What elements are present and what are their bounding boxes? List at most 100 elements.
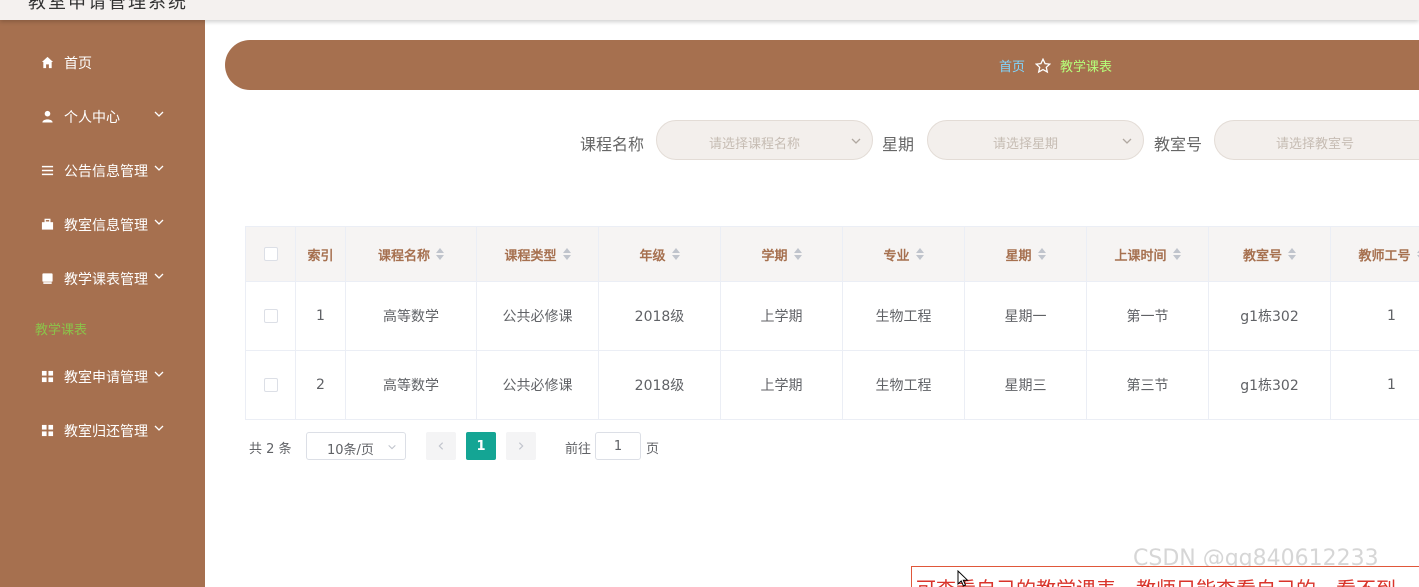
app-title: 教室申请管理系统 [28,0,188,13]
chevron-down-icon [154,111,164,117]
user-icon [40,109,54,123]
page-size-value: 10条/页 [327,443,374,458]
table-cell: 生物工程 [843,282,965,350]
column-header[interactable]: 专业 [843,227,965,281]
breadcrumb-current: 教学课表 [1060,60,1113,75]
chevron-down-icon [154,371,164,377]
table-cell: 1 [296,282,346,350]
sidebar-item-label: 教室申请管理 [64,370,148,386]
table-cell: 公共必修课 [477,351,599,419]
row-checkbox[interactable] [263,309,278,323]
goto-page-input[interactable] [595,432,641,460]
pagination-total: 共 2 条 [249,442,292,457]
sidebar-item-classroom-application[interactable]: 教室申请管理 [0,358,205,394]
annotation-box: 可查看自己的教学课表，教师只能查看自己的，看不到 [911,566,1419,587]
sidebar-item-classroom-info[interactable]: 教室信息管理 [0,206,205,242]
chevron-down-icon [851,138,861,144]
sort-icon[interactable] [436,248,444,260]
row-select-cell [246,282,296,350]
sidebar-item-classroom-return[interactable]: 教室归还管理 [0,412,205,448]
chevron-right-icon [518,442,524,450]
select-all-checkbox[interactable] [263,247,278,261]
table-cell: 1 [1331,282,1419,350]
room-number-label: 教室号 [1154,135,1203,154]
column-header[interactable]: 星期 [965,227,1087,281]
table-cell: g1栋302 [1209,282,1331,350]
top-header: 教室申请管理系统 [0,0,1419,20]
column-header[interactable]: 学期 [721,227,843,281]
column-header[interactable]: 年级 [599,227,721,281]
main-content: 首页 教学课表 课程名称 请选择课程名称 星期 请选择星期 教室号 请选择教室号… [205,20,1419,587]
prev-page-button[interactable] [426,432,456,460]
column-header[interactable]: 上课时间 [1087,227,1209,281]
sort-icon[interactable] [1288,248,1296,260]
sort-icon[interactable] [1037,248,1046,260]
breadcrumb-bar: 首页 教学课表 [225,40,1419,90]
header-select-cell [246,227,296,281]
table-cell: 2 [296,351,346,419]
chevron-down-icon [154,165,164,171]
table-cell: g1栋302 [1209,351,1331,419]
home-icon [40,55,54,69]
room-number-placeholder: 请选择教室号 [1275,137,1354,152]
sidebar-item-home[interactable]: 首页 [0,44,205,80]
row-checkbox[interactable] [263,378,278,392]
sidebar-item-label: 公告信息管理 [64,164,148,180]
sort-icon[interactable] [671,248,680,260]
table-cell: 上学期 [721,282,843,350]
table-cell: 星期一 [965,282,1087,350]
course-name-select[interactable]: 请选择课程名称 [656,120,873,160]
chevron-down-icon [388,444,396,450]
table-cell: 星期三 [965,351,1087,419]
table-cell: 2018级 [599,282,721,350]
table-cell: 上学期 [721,351,843,419]
page-size-select[interactable]: 10条/页 [306,432,406,460]
table-cell: 第三节 [1087,351,1209,419]
weekday-label: 星期 [882,135,915,154]
sidebar-item-label: 教室信息管理 [64,218,148,234]
course-name-placeholder: 请选择课程名称 [708,137,800,152]
sidebar: 首页 个人中心 公告信息管理 教室信息管理 教学课表管理 教学课表 教室申请管理… [0,20,205,587]
table-row[interactable]: 2 高等数学 公共必修课 2018级 上学期 生物工程 星期三 第三节 g1栋3… [246,351,1419,420]
sidebar-subitem-schedule[interactable]: 教学课表 [35,319,87,338]
table-cell: 1 [1331,351,1419,419]
list-icon [40,163,54,177]
table-row[interactable]: 1 高等数学 公共必修课 2018级 上学期 生物工程 星期一 第一节 g1栋3… [246,282,1419,351]
table-cell: 高等数学 [346,351,477,419]
table-cell: 公共必修课 [477,282,599,350]
book-icon [40,271,54,285]
sidebar-item-label: 个人中心 [64,110,120,126]
sort-icon[interactable] [915,248,924,260]
column-header[interactable]: 课程类型 [477,227,599,281]
sidebar-item-label: 教室归还管理 [64,424,148,440]
sort-icon[interactable] [793,248,802,260]
table-cell: 高等数学 [346,282,477,350]
schedule-table: 索引 课程名称 课程类型 年级 学期 专业 星期 上课时间 教室号 教师工号 1… [245,226,1419,420]
weekday-select[interactable]: 请选择星期 [927,120,1144,160]
course-name-label: 课程名称 [580,135,645,154]
chevron-down-icon [154,425,164,431]
column-header[interactable]: 课程名称 [346,227,477,281]
table-header: 索引 课程名称 课程类型 年级 学期 专业 星期 上课时间 教室号 教师工号 [246,227,1419,282]
sort-icon[interactable] [562,248,571,260]
sidebar-item-personal-center[interactable]: 个人中心 [0,98,205,134]
sidebar-item-schedule-management[interactable]: 教学课表管理 [0,260,205,296]
row-select-cell [246,351,296,419]
chevron-down-icon [1122,138,1132,144]
next-page-button[interactable] [506,432,536,460]
column-header[interactable]: 教师工号 [1331,227,1419,281]
briefcase-icon [40,217,54,231]
page-number-button[interactable]: 1 [466,432,496,460]
table-cell: 2018级 [599,351,721,419]
sidebar-item-notice[interactable]: 公告信息管理 [0,152,205,188]
chevron-down-icon [154,219,164,225]
grid-icon [40,423,54,437]
table-cell: 生物工程 [843,351,965,419]
breadcrumb-home-link[interactable]: 首页 [999,56,1025,75]
column-header[interactable]: 教室号 [1209,227,1331,281]
table-cell: 第一节 [1087,282,1209,350]
sort-icon[interactable] [1172,248,1181,260]
chevron-left-icon [438,442,444,450]
room-number-select[interactable]: 请选择教室号 [1214,120,1419,160]
sidebar-item-label: 首页 [64,56,92,72]
